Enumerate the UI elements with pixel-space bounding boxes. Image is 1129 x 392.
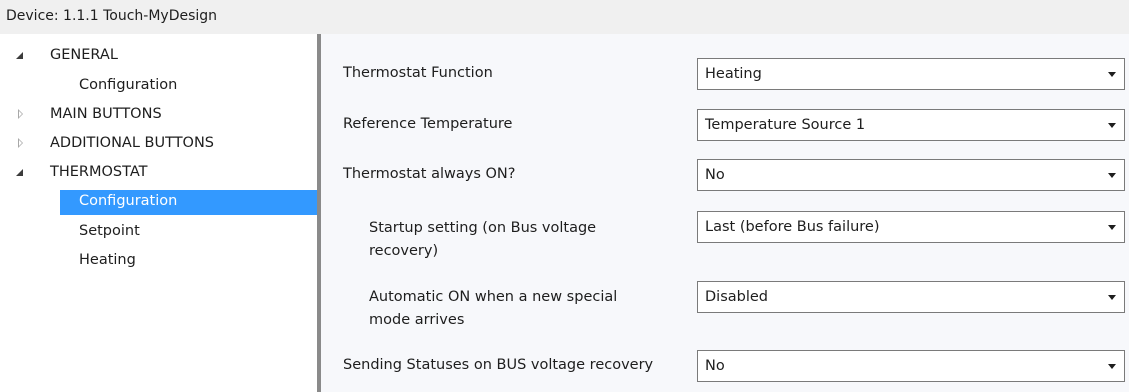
tree-item-label: THERMOSTAT [50, 164, 148, 180]
startup-setting-select[interactable]: Last (before Bus failure) [697, 211, 1125, 243]
label-line: mode arrives [369, 312, 465, 328]
window-title-bar: Device: 1.1.1 Touch-MyDesign [0, 0, 1129, 34]
dropdown-arrow-icon [1108, 72, 1116, 77]
param-label-sending-statuses: Sending Statuses on BUS voltage recovery [343, 357, 654, 373]
label-line: Automatic ON when a new special [369, 289, 618, 305]
tree-item-label: MAIN BUTTONS [50, 106, 162, 122]
tree-item-thermostat-configuration[interactable]: Configuration [0, 190, 317, 215]
window-title: Device: 1.1.1 Touch-MyDesign [6, 8, 218, 24]
sending-statuses-select[interactable]: No [697, 350, 1125, 382]
tree-item-label: Heating [79, 252, 136, 268]
tree-item-label: Setpoint [79, 223, 140, 239]
label-line: recovery) [369, 243, 439, 259]
thermostat-function-select[interactable]: Heating [697, 58, 1125, 90]
tree-item-additional-buttons[interactable]: ADDITIONAL BUTTONS [0, 132, 317, 157]
dropdown-arrow-icon [1108, 364, 1116, 369]
tree-item-heating[interactable]: Heating [0, 249, 317, 274]
tree-item-main-buttons[interactable]: MAIN BUTTONS [0, 103, 317, 128]
tree-item-label: Configuration [79, 193, 178, 209]
select-value: No [705, 358, 725, 374]
param-label-automatic-on: Automatic ON when a new special mode arr… [369, 286, 617, 332]
tree-item-general-configuration[interactable]: Configuration [0, 74, 317, 99]
dropdown-arrow-icon [1108, 173, 1116, 178]
param-label-thermostat-always-on: Thermostat always ON? [343, 166, 516, 182]
collapsed-arrow-icon[interactable] [18, 109, 23, 119]
tree-item-general[interactable]: GENERAL [0, 44, 317, 69]
automatic-on-select[interactable]: Disabled [697, 281, 1125, 313]
select-value: Temperature Source 1 [705, 117, 866, 133]
collapsed-arrow-icon[interactable] [18, 138, 23, 148]
param-label-reference-temperature: Reference Temperature [343, 116, 513, 132]
parameter-tree: GENERAL Configuration MAIN BUTTONS ADDIT… [0, 34, 317, 392]
dropdown-arrow-icon [1108, 295, 1116, 300]
dropdown-arrow-icon [1108, 123, 1116, 128]
dropdown-arrow-icon [1108, 225, 1116, 230]
reference-temperature-select[interactable]: Temperature Source 1 [697, 109, 1125, 141]
expanded-arrow-icon[interactable] [16, 52, 23, 59]
tree-item-label: Configuration [79, 77, 178, 93]
select-value: Heating [705, 66, 762, 82]
param-label-startup-setting: Startup setting (on Bus voltage recovery… [369, 217, 596, 263]
label-line: Startup setting (on Bus voltage [369, 220, 597, 236]
select-value: Disabled [705, 289, 768, 305]
expanded-arrow-icon[interactable] [16, 169, 23, 176]
tree-item-label: ADDITIONAL BUTTONS [50, 135, 215, 151]
tree-item-setpoint[interactable]: Setpoint [0, 220, 317, 245]
param-label-thermostat-function: Thermostat Function [343, 65, 493, 81]
select-value: Last (before Bus failure) [705, 219, 880, 235]
thermostat-always-on-select[interactable]: No [697, 159, 1125, 191]
tree-item-thermostat[interactable]: THERMOSTAT [0, 161, 317, 186]
tree-item-label: GENERAL [50, 47, 118, 63]
select-value: No [705, 167, 725, 183]
